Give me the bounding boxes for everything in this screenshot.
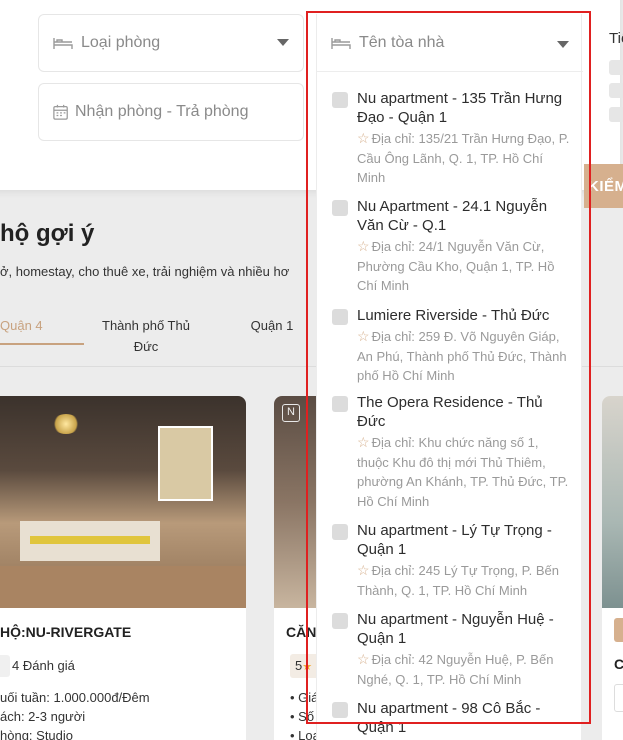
option-address: ☆ Địa chỉ: 135/21 Trần Hưng Đạo, P. Cầu Ô… — [357, 130, 570, 185]
section-subtitle: ở, homestay, cho thuê xe, trải nghiệm và… — [0, 264, 290, 279]
amenities-label: Tiệ — [609, 30, 623, 47]
star-outline-icon: ☆ — [357, 328, 370, 344]
listing-price: uối tuần: 1.000.000đ/Đêm — [0, 690, 150, 705]
star-outline-icon: ☆ — [357, 562, 370, 578]
option-name: Nu apartment - 98 Cô Bắc - Quận 1 — [357, 700, 541, 736]
listing-room-type: hòng: Studio — [0, 728, 74, 740]
rating-badge — [614, 684, 623, 712]
listing-card[interactable]: HỘ:NU-RIVERGATE 4 Đánh giá uối tuần: 1.0… — [0, 396, 246, 740]
brand-logo-icon: N — [282, 404, 300, 422]
section-title: hộ gợi ý — [0, 220, 95, 247]
option-name: Nu apartment - 135 Trần Hưng Đạo - Quận … — [357, 90, 563, 126]
tab-quan-1[interactable]: Quận 1 — [236, 315, 308, 336]
building-name-select[interactable]: Tên tòa nhà — [317, 14, 583, 72]
option-checkbox[interactable] — [332, 309, 348, 325]
room-type-label: Loại phòng — [81, 34, 161, 51]
bed-icon — [331, 37, 351, 49]
option-address: ☆ Địa chỉ: 42 Nguyễn Huệ, P. Bến Nghé, Q.… — [357, 651, 554, 687]
listing-guests: ách: 2-3 người — [0, 709, 86, 724]
listing-photo — [0, 396, 246, 608]
star-icon: ★ — [302, 661, 313, 673]
option-name: Nu apartment - Nguyễn Huệ - Quận 1 — [357, 611, 554, 647]
search-button[interactable]: KIỂM — [584, 164, 623, 208]
option-checkbox[interactable] — [332, 396, 348, 412]
building-name-label: Tên tòa nhà — [359, 33, 445, 51]
option-name: The Opera Residence - Thủ Đức — [357, 394, 543, 430]
calendar-icon — [53, 104, 68, 120]
listing-card[interactable]: C — [602, 396, 623, 740]
bed-icon — [53, 38, 73, 49]
star-outline-icon: ☆ — [357, 651, 370, 667]
rating-badge — [0, 655, 10, 677]
option-address: ☆ Địa chỉ: Khu chức năng số 1, thuộc Khu … — [357, 434, 569, 509]
date-range-label: Nhận phòng - Trả phòng — [75, 103, 249, 120]
option-checkbox[interactable] — [332, 92, 348, 108]
option-address: ☆ Địa chỉ: 259 Đ. Võ Nguyên Giáp, An Phú,… — [357, 328, 567, 383]
option-name: Nu apartment - Lý Tự Trọng - Quận 1 — [357, 522, 552, 558]
option-checkbox[interactable] — [332, 702, 348, 718]
star-outline-icon: ☆ — [357, 130, 370, 146]
option-checkbox[interactable] — [332, 613, 348, 629]
date-range-field[interactable]: Nhận phòng - Trả phòng — [38, 83, 304, 141]
price-tag — [614, 618, 623, 642]
listing-title: HỘ:NU-RIVERGATE — [0, 624, 132, 640]
chevron-down-icon — [277, 39, 289, 46]
option-checkbox[interactable] — [332, 524, 348, 540]
option-address: ☆ Địa chỉ: 245 Lý Tự Trọng, P. Bến Thành,… — [357, 562, 560, 598]
chevron-down-icon — [557, 41, 569, 48]
star-outline-icon: ☆ — [357, 434, 370, 450]
amenity-checkbox[interactable] — [609, 83, 623, 98]
active-tab-indicator — [0, 343, 84, 345]
review-count: 4 Đánh giá — [12, 658, 75, 673]
page: Loại phòng Nhận phòng - Trả phòng Tiệ KI… — [0, 0, 623, 740]
building-dropdown[interactable]: Tên tòa nhà Nu apartment - 135 Trần Hưng… — [316, 14, 583, 740]
tab-quan-4[interactable]: Quận 4 — [0, 315, 84, 336]
listing-price: • Giá — [290, 690, 319, 705]
room-type-select[interactable]: Loại phòng — [38, 14, 304, 72]
star-outline-icon: ☆ — [357, 238, 370, 254]
listing-photo — [602, 396, 623, 608]
amenity-checkbox[interactable] — [609, 107, 623, 122]
option-name: Lumiere Riverside - Thủ Đức — [357, 307, 550, 324]
option-name: Nu Apartment - 24.1 Nguyễn Văn Cừ - Q.1 — [357, 198, 548, 234]
option-checkbox[interactable] — [332, 200, 348, 216]
option-address: ☆ Địa chỉ: 24/1 Nguyễn Văn Cừ, Phường Cầu… — [357, 238, 555, 293]
tab-thu-duc[interactable]: Thành phố Thủ Đức — [90, 315, 202, 357]
listing-title: C — [614, 656, 623, 672]
listing-title: CĂN — [286, 624, 317, 640]
amenity-checkbox[interactable] — [609, 60, 623, 75]
